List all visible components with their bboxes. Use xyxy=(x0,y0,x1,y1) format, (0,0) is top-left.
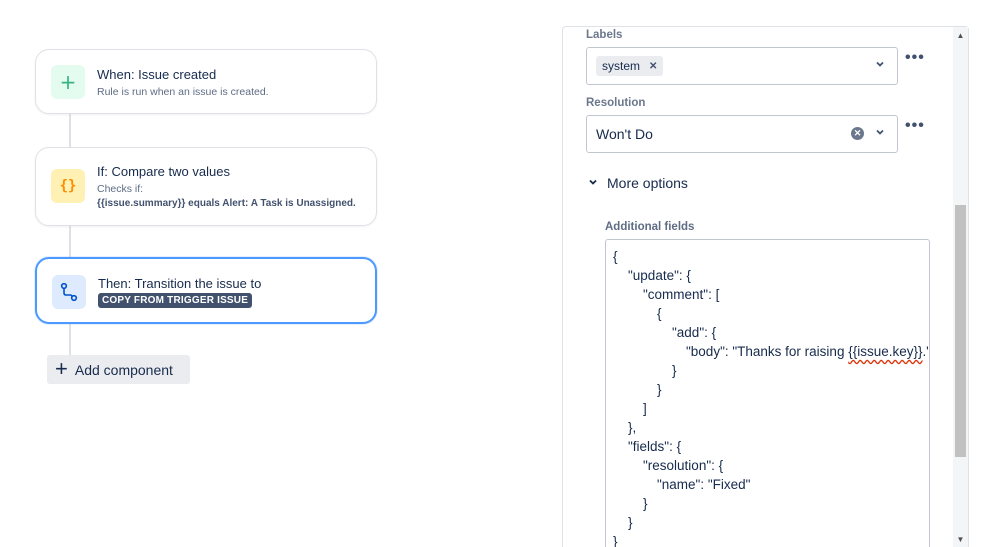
condition-subtitle: Checks if: xyxy=(97,183,144,195)
more-options-toggle[interactable]: More options xyxy=(588,175,688,191)
code-line: } xyxy=(643,496,648,511)
trigger-subtitle: Rule is run when an issue is created. xyxy=(97,86,269,98)
resolution-field-label: Resolution xyxy=(586,97,646,109)
code-line: "comment": [ xyxy=(643,287,720,302)
condition-title: If: Compare two values xyxy=(97,164,230,179)
label-tag: system ✕ xyxy=(596,56,664,76)
code-line-body: "body": "Thanks for raising {{issue.key}… xyxy=(686,344,929,359)
resolution-select[interactable]: Won't Do ✕ xyxy=(586,115,898,153)
trigger-title: When: Issue created xyxy=(97,67,217,82)
flow-connector xyxy=(69,323,71,357)
code-text: ." xyxy=(922,344,929,359)
clear-icon[interactable]: ✕ xyxy=(851,127,864,140)
more-options-label: More options xyxy=(607,175,688,191)
remove-tag-icon[interactable]: ✕ xyxy=(649,61,657,72)
code-line: "fields": { xyxy=(628,439,682,454)
code-line: ] xyxy=(643,401,647,416)
spellcheck-text: {{issue.key}} xyxy=(848,344,923,359)
plus-icon: + xyxy=(51,65,85,99)
code-line: { xyxy=(613,249,618,264)
additional-fields-label: Additional fields xyxy=(605,221,695,233)
action-title: Then: Transition the issue to xyxy=(98,276,262,291)
action-card[interactable]: Then: Transition the issue to COPY FROM … xyxy=(35,257,377,324)
additional-fields-textarea[interactable]: { "update": { "comment": [ { "add": { "b… xyxy=(605,239,930,547)
flow-connector xyxy=(69,225,71,259)
trigger-card[interactable]: + When: Issue created Rule is run when a… xyxy=(35,49,377,114)
chevron-down-icon xyxy=(588,177,598,190)
code-line: }, xyxy=(628,420,637,435)
scroll-down-icon[interactable]: ▼ xyxy=(953,535,968,544)
code-line: { xyxy=(657,306,662,321)
code-line: "resolution": { xyxy=(643,458,724,473)
condition-detail: {{issue.summary}} equals Alert: A Task i… xyxy=(97,198,356,209)
code-line: "add": { xyxy=(672,325,717,340)
labels-field-label: Labels xyxy=(586,29,623,41)
more-actions-icon[interactable]: ••• xyxy=(905,117,925,135)
transition-icon xyxy=(52,275,86,309)
labels-select[interactable]: system ✕ xyxy=(586,47,898,85)
condition-card[interactable]: {} If: Compare two values Checks if: {{i… xyxy=(35,147,377,226)
add-component-label: Add component xyxy=(74,361,173,378)
braces-icon: {} xyxy=(51,169,85,203)
scroll-up-icon[interactable]: ▲ xyxy=(953,31,968,40)
label-tag-text: system xyxy=(602,59,641,73)
more-actions-icon[interactable]: ••• xyxy=(905,49,925,67)
code-line: } xyxy=(613,534,618,547)
chevron-down-icon[interactable] xyxy=(875,59,885,72)
status-lozenge: COPY FROM TRIGGER ISSUE xyxy=(98,293,253,308)
plus-icon: + xyxy=(55,355,68,381)
component-config-panel: Labels system ✕ ••• Resolution Won't Do … xyxy=(562,26,969,547)
code-line: "name": "Fixed" xyxy=(657,477,751,492)
chevron-down-icon[interactable] xyxy=(875,127,885,140)
code-line: } xyxy=(657,382,662,397)
code-text: "body": "Thanks for raising xyxy=(686,344,849,359)
code-line: "update": { xyxy=(628,268,691,283)
add-component-button[interactable]: + Add component xyxy=(47,355,190,384)
code-line: } xyxy=(628,515,633,530)
flow-connector xyxy=(69,114,71,148)
scrollbar-thumb[interactable] xyxy=(955,205,966,457)
code-line: } xyxy=(672,363,677,378)
resolution-value: Won't Do xyxy=(596,126,653,142)
